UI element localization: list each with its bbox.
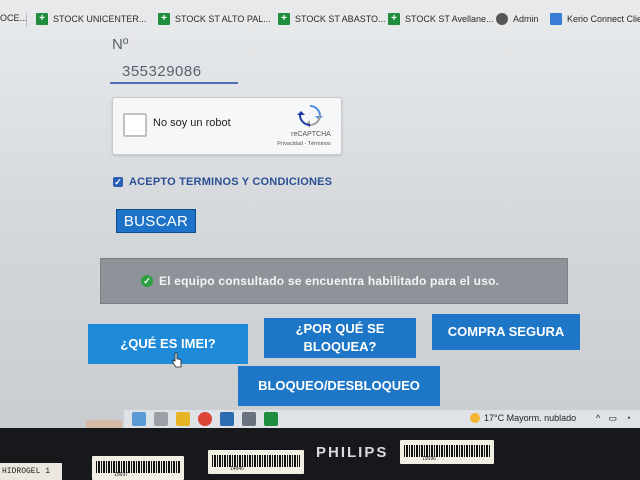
spreadsheet-icon: + [278,13,290,25]
folder-icon[interactable] [176,412,190,426]
app-icon[interactable] [154,412,168,426]
why-blocked-button[interactable]: ¿POR QUÉ SE BLOQUEA? [264,318,416,358]
app-icon[interactable] [242,412,256,426]
bookmark-stock-avellaneda[interactable]: + STOCK ST Avellane... [388,13,494,25]
bookmark-label: STOCK ST Avellane... [405,14,494,24]
checkmark-icon[interactable]: ✓ [113,177,123,187]
sticker-number: 14845 [230,466,244,472]
weather-text: 17°C Mayorm. nublado [484,413,577,423]
status-alert: ✓ El equipo consultado se encuentra habi… [100,258,568,304]
weather-widget[interactable]: 17°C Mayorm. nublado [470,413,576,423]
bookmark-kerio[interactable]: Kerio Connect Clien [550,13,640,25]
spreadsheet-icon: + [158,13,170,25]
github-icon [496,13,508,25]
sticker-number: 15697 [114,472,128,478]
search-button[interactable]: BUSCAR [116,209,196,233]
block-unblock-button[interactable]: BLOQUEO/DESBLOQUEO [238,366,440,406]
bookmark-stock-unicenter[interactable]: + STOCK UNICENTER... [36,13,146,25]
monitor-brand-logo: PHILIPS [316,444,389,461]
chrome-icon[interactable] [198,412,212,426]
bookmarks-bar: OCE... + STOCK UNICENTER... + STOCK ST A… [0,8,640,32]
recaptcha-widget: No soy un robot reCAPTCHA Privacidad - T… [112,97,342,155]
recaptcha-logo-icon [297,105,323,128]
check-circle-icon: ✓ [141,275,153,287]
recaptcha-checkbox[interactable] [123,113,147,137]
hand-cursor-icon [172,352,182,368]
bookmark-label: STOCK ST ABASTO... [295,14,386,24]
bookmark-label: STOCK UNICENTER... [53,14,147,24]
bookmark-label: Admin [513,14,539,24]
barcode-sticker: 15697 [92,456,184,480]
terms-checkbox-row[interactable]: ✓ ACEPTO TERMINOS Y CONDICIONES [113,176,332,188]
spreadsheet-icon: + [36,13,48,25]
sun-cloud-icon [470,413,480,423]
bookmark-oce[interactable]: OCE... [0,13,27,23]
alert-message: El equipo consultado se encuentra habili… [159,274,500,288]
bookmark-admin[interactable]: Admin [496,13,539,25]
recaptcha-label: No soy un robot [153,117,231,129]
monitor-screen: OCE... + STOCK UNICENTER... + STOCK ST A… [0,0,640,428]
safe-purchase-button[interactable]: COMPRA SEGURA [432,314,580,350]
recaptcha-links[interactable]: Privacidad - Términos [269,141,339,147]
bookmark-label: STOCK ST ALTO PAL... [175,14,271,24]
barcode-sticker: 15696 [400,440,494,464]
barcode-sticker: 14845 [208,450,304,474]
kerio-icon [550,13,562,25]
recaptcha-brand: reCAPTCHA [291,131,331,138]
app-icon[interactable] [132,412,146,426]
spreadsheet-icon: + [388,13,400,25]
what-is-imei-button[interactable]: ¿QUÉ ES IMEI? [88,324,248,364]
imei-input[interactable] [110,60,238,84]
bookmark-separator [26,13,27,27]
windows-taskbar: 17°C Mayorm. nublado ^ ▭ ◔ [124,410,640,428]
excel-icon[interactable] [264,412,278,426]
bookmark-label: Kerio Connect Clien [567,14,640,24]
imei-number-label: Nº [112,36,129,53]
terms-label: ACEPTO TERMINOS Y CONDICIONES [129,176,333,188]
hand-written-label: HIDROGEL 1 [0,463,62,480]
system-tray[interactable]: ^ ▭ ◔ [596,413,634,424]
desktop-widget [86,420,122,428]
bookmark-label: OCE... [0,13,28,23]
bookmark-stock-abasto[interactable]: + STOCK ST ABASTO... [278,13,386,25]
app-icon[interactable] [220,412,234,426]
sticker-number: 15696 [422,456,436,462]
bookmark-stock-alto-palermo[interactable]: + STOCK ST ALTO PAL... [158,13,271,25]
